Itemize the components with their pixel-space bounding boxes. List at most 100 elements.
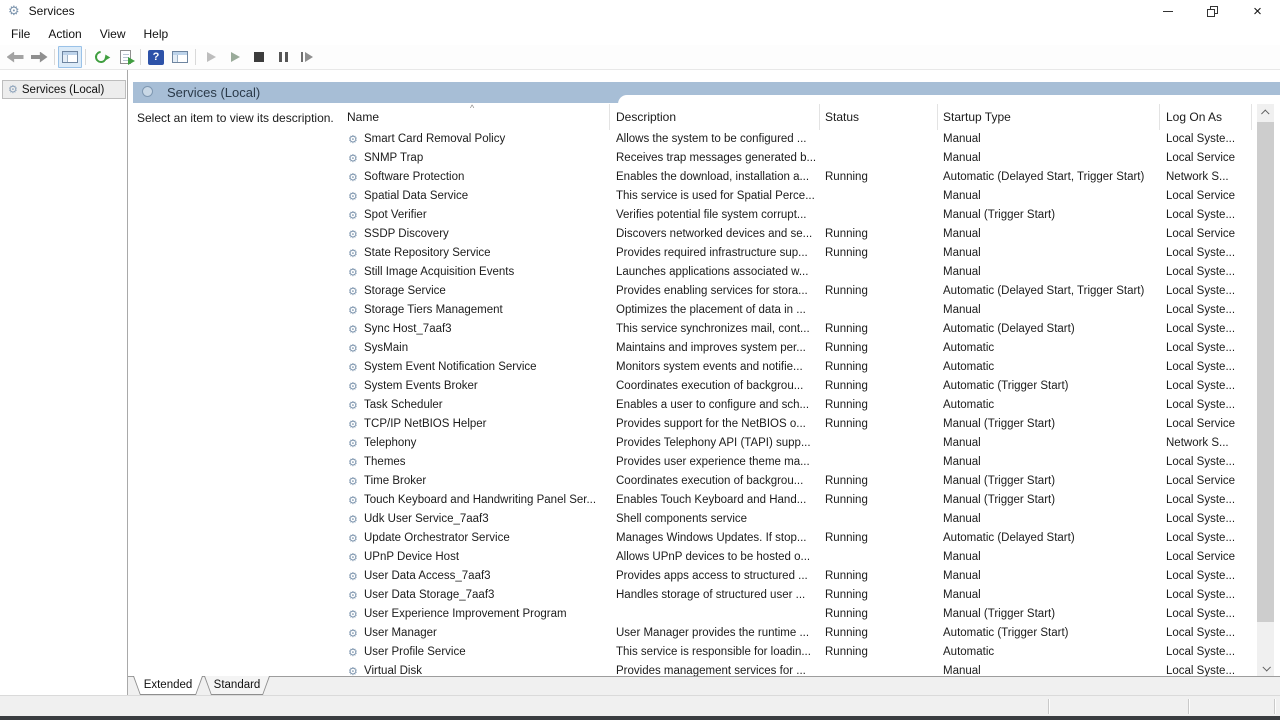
service-row[interactable]: ⚙Spot Verifier Verifies potential file s… — [340, 206, 1257, 225]
scrollbar-thumb[interactable] — [1257, 122, 1274, 622]
service-row[interactable]: ⚙Storage Service Provides enabling servi… — [340, 282, 1257, 301]
forward-button[interactable] — [27, 46, 51, 68]
service-startup-type-cell: Manual — [938, 225, 1160, 244]
service-row[interactable]: ⚙SSDP Discovery Discovers networked devi… — [340, 225, 1257, 244]
column-header-name[interactable]: Name ^ — [340, 104, 610, 130]
service-startup-type-cell: Manual (Trigger Start) — [938, 472, 1160, 491]
service-row[interactable]: ⚙Time Broker Coordinates execution of ba… — [340, 472, 1257, 491]
back-button[interactable] — [3, 46, 27, 68]
service-gear-icon: ⚙ — [348, 472, 361, 491]
stop-service-button[interactable] — [247, 46, 271, 68]
column-header-startup-type[interactable]: Startup Type — [938, 104, 1160, 130]
show-hide-console-tree-button[interactable] — [58, 46, 82, 68]
service-row[interactable]: ⚙System Event Notification Service Monit… — [340, 358, 1257, 377]
column-header-status-label: Status — [825, 110, 859, 124]
service-name-cell: ⚙TCP/IP NetBIOS Helper — [340, 415, 610, 434]
forward-arrow-icon — [31, 52, 48, 63]
service-row[interactable]: ⚙State Repository Service Provides requi… — [340, 244, 1257, 263]
service-row[interactable]: ⚙Telephony Provides Telephony API (TAPI)… — [340, 434, 1257, 453]
service-row[interactable]: ⚙Udk User Service_7aaf3 Shell components… — [340, 510, 1257, 529]
service-row[interactable]: ⚙Touch Keyboard and Handwriting Panel Se… — [340, 491, 1257, 510]
service-row[interactable]: ⚙Sync Host_7aaf3 This service synchroniz… — [340, 320, 1257, 339]
services-gear-icon: ⚙ — [8, 83, 18, 96]
start-service-button[interactable] — [199, 46, 223, 68]
service-row[interactable]: ⚙Software Protection Enables the downloa… — [340, 168, 1257, 187]
refresh-button[interactable] — [89, 46, 113, 68]
service-name-cell: ⚙Virtual Disk — [340, 662, 610, 676]
service-row[interactable]: ⚙System Events Broker Coordinates execut… — [340, 377, 1257, 396]
column-header-status[interactable]: Status — [820, 104, 938, 130]
export-list-button[interactable] — [113, 46, 137, 68]
service-log-on-as-cell: Local Service — [1160, 415, 1252, 434]
service-status-cell — [820, 662, 938, 676]
service-row[interactable]: ⚙Task Scheduler Enables a user to config… — [340, 396, 1257, 415]
pause-service-button[interactable] — [271, 46, 295, 68]
column-header-log-on-as[interactable]: Log On As — [1160, 104, 1252, 130]
service-row[interactable]: ⚙Themes Provides user experience theme m… — [340, 453, 1257, 472]
scroll-up-button[interactable] — [1257, 104, 1274, 121]
service-description-cell: Provides Telephony API (TAPI) supp... — [610, 434, 820, 453]
service-name-cell: ⚙Spot Verifier — [340, 206, 610, 225]
start-service-icon — [207, 52, 216, 62]
service-startup-type-cell: Automatic (Delayed Start, Trigger Start) — [938, 168, 1160, 187]
service-row[interactable]: ⚙Spatial Data Service This service is us… — [340, 187, 1257, 206]
service-startup-type-cell: Manual (Trigger Start) — [938, 605, 1160, 624]
service-row[interactable]: ⚙User Experience Improvement Program Run… — [340, 605, 1257, 624]
service-row[interactable]: ⚙User Manager User Manager provides the … — [340, 624, 1257, 643]
menu-help[interactable]: Help — [135, 24, 178, 44]
service-name-cell: ⚙User Manager — [340, 624, 610, 643]
refresh-icon — [93, 49, 110, 66]
service-name-cell: ⚙Still Image Acquisition Events — [340, 263, 610, 282]
help-button[interactable]: ? — [144, 46, 168, 68]
tree-item-services-local[interactable]: ⚙ Services (Local) — [2, 80, 126, 99]
service-log-on-as-cell: Local Syste... — [1160, 320, 1252, 339]
services-window: ⚙ Services × File Action View Help ? — [0, 0, 1280, 720]
tab-standard[interactable]: Standard — [204, 676, 270, 695]
service-row[interactable]: ⚙SNMP Trap Receives trap messages genera… — [340, 149, 1257, 168]
service-row[interactable]: ⚙Virtual Disk Provides management servic… — [340, 662, 1257, 676]
service-row[interactable]: ⚙UPnP Device Host Allows UPnP devices to… — [340, 548, 1257, 567]
vertical-scrollbar[interactable] — [1257, 104, 1274, 676]
service-log-on-as-cell: Local Service — [1160, 149, 1252, 168]
menu-file[interactable]: File — [2, 24, 39, 44]
service-name-cell: ⚙Software Protection — [340, 168, 610, 187]
minimize-button[interactable] — [1145, 0, 1190, 22]
service-row[interactable]: ⚙User Data Storage_7aaf3 Handles storage… — [340, 586, 1257, 605]
service-description-cell: Provides apps access to structured ... — [610, 567, 820, 586]
service-row[interactable]: ⚙SysMain Maintains and improves system p… — [340, 339, 1257, 358]
restore-button[interactable] — [1190, 0, 1235, 22]
service-row[interactable]: ⚙User Profile Service This service is re… — [340, 643, 1257, 662]
service-description-cell: Handles storage of structured user ... — [610, 586, 820, 605]
service-gear-icon: ⚙ — [348, 225, 361, 244]
show-properties-button[interactable] — [168, 46, 192, 68]
close-button[interactable]: × — [1235, 0, 1280, 22]
service-status-cell — [820, 453, 938, 472]
service-description-cell: Verifies potential file system corrupt..… — [610, 206, 820, 225]
service-gear-icon: ⚙ — [348, 491, 361, 510]
tab-extended[interactable]: Extended — [133, 676, 203, 695]
service-description-cell: This service is responsible for loadin..… — [610, 643, 820, 662]
service-row[interactable]: ⚙Update Orchestrator Service Manages Win… — [340, 529, 1257, 548]
service-startup-type-cell: Manual — [938, 187, 1160, 206]
service-description-cell: Provides user experience theme ma... — [610, 453, 820, 472]
service-gear-icon: ⚙ — [348, 415, 361, 434]
service-name-cell: ⚙SysMain — [340, 339, 610, 358]
column-header-description[interactable]: Description — [610, 104, 820, 130]
resume-service-button[interactable] — [223, 46, 247, 68]
menu-action[interactable]: Action — [39, 24, 90, 44]
service-log-on-as-cell: Local Syste... — [1160, 301, 1252, 320]
service-row[interactable]: ⚙Still Image Acquisition Events Launches… — [340, 263, 1257, 282]
service-row[interactable]: ⚙Storage Tiers Management Optimizes the … — [340, 301, 1257, 320]
service-log-on-as-cell: Local Syste... — [1160, 130, 1252, 149]
service-description-cell: Allows the system to be configured ... — [610, 130, 820, 149]
service-row[interactable]: ⚙Smart Card Removal Policy Allows the sy… — [340, 130, 1257, 149]
service-description-cell: Manages Windows Updates. If stop... — [610, 529, 820, 548]
service-row[interactable]: ⚙TCP/IP NetBIOS Helper Provides support … — [340, 415, 1257, 434]
stop-service-icon — [254, 52, 264, 62]
tab-extended-label: Extended — [134, 676, 202, 694]
service-row[interactable]: ⚙User Data Access_7aaf3 Provides apps ac… — [340, 567, 1257, 586]
restart-service-button[interactable] — [295, 46, 319, 68]
scroll-down-button[interactable] — [1257, 659, 1274, 676]
menu-view[interactable]: View — [91, 24, 135, 44]
service-status-cell — [820, 187, 938, 206]
